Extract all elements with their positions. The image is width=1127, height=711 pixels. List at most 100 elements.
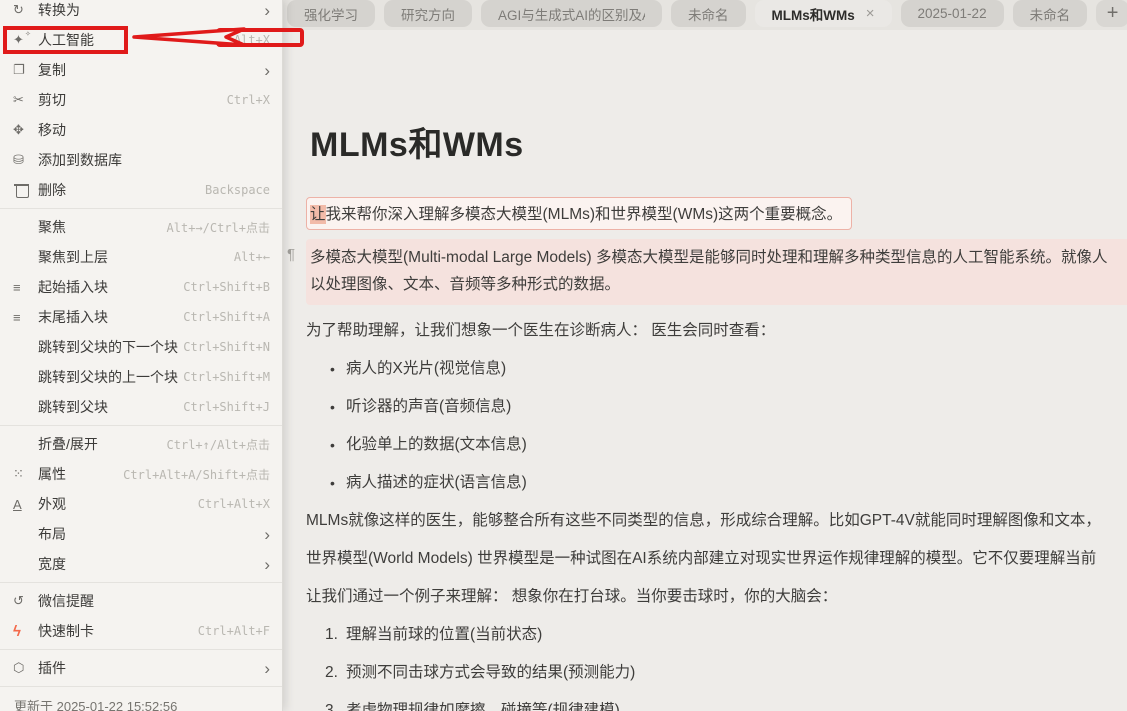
menu-item-wechat-reminder[interactable]: ↺ 微信提醒 xyxy=(0,586,282,616)
menu-item-layout[interactable]: 布局 › xyxy=(0,519,282,549)
menu-item-label: 属性 xyxy=(38,464,66,484)
menu-item-shortcut: Backspace xyxy=(66,183,270,197)
document-title[interactable]: MLMs和WMs xyxy=(310,125,1127,165)
paragraph-block-selected[interactable]: 多模态大模型(Multi-modal Large Models) 多模态大模型是… xyxy=(306,239,1127,305)
menu-item-insert-block-end[interactable]: ≡ 末尾插入块 Ctrl+Shift+A xyxy=(0,302,282,332)
menu-item-shortcut: Ctrl+Shift+B xyxy=(108,280,270,294)
numbered-text: 考虑物理规律如摩擦、碰撞等(规律建模) xyxy=(346,701,620,711)
numbered-item[interactable]: 2. 预测不同击球方式会导致的结果(预测能力) xyxy=(306,663,1127,683)
numbered-text: 理解当前球的位置(当前状态) xyxy=(346,625,542,645)
menu-section: 折叠/展开 Ctrl+↑/Alt+点击 ⁙ 属性 Ctrl+Alt+A/Shif… xyxy=(0,429,282,579)
menu-item-label: 移动 xyxy=(38,120,66,140)
menu-item-label: 添加到数据库 xyxy=(38,150,122,170)
menu-item-jump-parent-prev[interactable]: 跳转到父块的上一个块 Ctrl+Shift+M xyxy=(0,362,282,392)
menu-item-plugin[interactable]: ⬡ 插件 › xyxy=(0,653,282,683)
bullet-list: • 病人的X光片(视觉信息) • 听诊器的声音(音频信息) • 化验单上的数据(… xyxy=(306,359,1127,493)
menu-item-label: 聚焦 xyxy=(38,217,66,237)
tab-2025-01-22[interactable]: 2025-01-22 xyxy=(901,0,1004,27)
tab-label: AGI与生成式AI的区别及A xyxy=(498,4,645,24)
menu-item-shortcut: Alt+→/Ctrl+点击 xyxy=(66,219,270,236)
tab-mlms-wms[interactable]: MLMs和WMs × xyxy=(755,0,892,27)
paragraph-line: 多模态大模型(Multi-modal Large Models) 多模态大模型是… xyxy=(310,244,1127,271)
new-tab-button[interactable]: + xyxy=(1096,0,1127,27)
lightning-bolt-icon: ϟ xyxy=(13,616,38,646)
menu-item-move[interactable]: ✥ 移动 xyxy=(0,115,282,145)
numbered-item[interactable]: 1. 理解当前球的位置(当前状态) xyxy=(306,625,1127,645)
tab-label: 研究方向 xyxy=(401,4,455,24)
menu-item-label: 跳转到父块的下一个块 xyxy=(38,337,178,357)
close-icon[interactable]: × xyxy=(866,6,875,21)
paragraph[interactable]: 世界模型(World Models) 世界模型是一种试图在AI系统内部建立对现实… xyxy=(306,549,1127,569)
menu-item-jump-parent[interactable]: 跳转到父块 Ctrl+Shift+J xyxy=(0,392,282,422)
paragraph[interactable]: 为了帮助理解，让我们想象一个医生在诊断病人： 医生会同时查看： xyxy=(306,321,1127,341)
paragraph-block-highlighted[interactable]: 让我来帮你深入理解多模态大模型(MLMs)和世界模型(WMs)这两个重要概念。 xyxy=(306,197,852,230)
bullet-item[interactable]: • 病人描述的症状(语言信息) xyxy=(306,473,1127,493)
menu-item-label: 微信提醒 xyxy=(38,591,94,611)
tab-reinforcement-learning[interactable]: 强化学习 xyxy=(287,0,375,27)
chevron-right-icon: › xyxy=(264,62,270,79)
trash-icon xyxy=(13,175,38,205)
menu-item-copy[interactable]: ❐ 复制 › xyxy=(0,55,282,85)
bullet-item[interactable]: • 化验单上的数据(文本信息) xyxy=(306,435,1127,455)
menu-item-label: 宽度 xyxy=(38,554,66,574)
menu-item-attributes[interactable]: ⁙ 属性 Ctrl+Alt+A/Shift+点击 xyxy=(0,459,282,489)
menu-item-focus-parent[interactable]: 聚焦到上层 Alt+← xyxy=(0,242,282,272)
copy-icon: ❐ xyxy=(13,55,38,85)
menu-section: ↺ 微信提醒 ϟ 快速制卡 Ctrl+Alt+F xyxy=(0,586,282,646)
bullet-marker: • xyxy=(330,359,346,379)
chevron-right-icon: › xyxy=(264,2,270,19)
document-editor[interactable]: MLMs和WMs 让我来帮你深入理解多模态大模型(MLMs)和世界模型(WMs)… xyxy=(283,125,1127,711)
menu-item-delete[interactable]: 删除 Backspace xyxy=(0,175,282,205)
menu-item-shortcut: Ctrl+Shift+A xyxy=(108,310,270,324)
paragraph-text: 我来帮你深入理解多模态大模型(MLMs)和世界模型(WMs)这两个重要概念。 xyxy=(326,206,843,223)
bullet-item[interactable]: • 病人的X光片(视觉信息) xyxy=(306,359,1127,379)
menu-item-shortcut: Ctrl+↑/Alt+点击 xyxy=(98,436,270,453)
menu-item-shortcut: Ctrl+Alt+F xyxy=(94,624,270,638)
menu-item-label: 剪切 xyxy=(38,90,66,110)
move-arrows-icon: ✥ xyxy=(13,115,38,145)
menu-item-appearance[interactable]: A 外观 Ctrl+Alt+X xyxy=(0,489,282,519)
menu-divider xyxy=(0,686,282,687)
tab-untitled-1[interactable]: 未命名 xyxy=(671,0,746,27)
menu-item-focus[interactable]: 聚焦 Alt+→/Ctrl+点击 xyxy=(0,212,282,242)
paragraph-line: 以处理图像、文本、音频等多种形式的数据。 xyxy=(310,271,1127,298)
number-marker: 3. xyxy=(325,701,346,711)
menu-item-shortcut: Ctrl+Alt+X xyxy=(66,497,270,511)
bullet-item[interactable]: • 听诊器的声音(音频信息) xyxy=(306,397,1127,417)
paragraph[interactable]: 让我们通过一个例子来理解： 想象你在打台球。当你要击球时，你的大脑会： xyxy=(306,587,1127,607)
menu-section: ⬡ 插件 › xyxy=(0,653,282,683)
tab-research-direction[interactable]: 研究方向 xyxy=(384,0,472,27)
menu-item-ai[interactable]: ✦ 人工智能 Alt+X xyxy=(0,25,282,55)
attributes-dots-icon: ⁙ xyxy=(13,459,38,489)
number-marker: 2. xyxy=(325,663,346,683)
menu-item-label: 外观 xyxy=(38,494,66,514)
menu-item-convert[interactable]: ↻ 转换为 › xyxy=(0,0,282,25)
menu-item-jump-parent-next[interactable]: 跳转到父块的下一个块 Ctrl+Shift+N xyxy=(0,332,282,362)
menu-divider xyxy=(0,582,282,583)
tab-label: MLMs和WMs xyxy=(772,4,855,24)
menu-item-shortcut: Ctrl+Alt+A/Shift+点击 xyxy=(66,466,270,483)
menu-item-insert-block-start[interactable]: ≡ 起始插入块 Ctrl+Shift+B xyxy=(0,272,282,302)
convert-refresh-icon: ↻ xyxy=(13,0,38,25)
menu-item-shortcut: Ctrl+Shift+J xyxy=(108,400,270,414)
menu-item-fold[interactable]: 折叠/展开 Ctrl+↑/Alt+点击 xyxy=(0,429,282,459)
numbered-item[interactable]: 3. 考虑物理规律如摩擦、碰撞等(规律建模) xyxy=(306,701,1127,711)
bullet-marker: • xyxy=(330,435,346,455)
paragraph[interactable]: MLMs就像这样的医生，能够整合所有这些不同类型的信息，形成综合理解。比如GPT… xyxy=(306,511,1127,531)
menu-section: 聚焦 Alt+→/Ctrl+点击 聚焦到上层 Alt+← ≡ 起始插入块 Ctr… xyxy=(0,212,282,422)
menu-item-add-to-database[interactable]: ⛁ 添加到数据库 xyxy=(0,145,282,175)
numbered-list: 1. 理解当前球的位置(当前状态) 2. 预测不同击球方式会导致的结果(预测能力… xyxy=(306,625,1127,711)
menu-divider xyxy=(0,649,282,650)
menu-item-shortcut: Alt+← xyxy=(108,250,270,264)
scissors-icon: ✂ xyxy=(13,85,38,115)
menu-divider xyxy=(0,425,282,426)
plugin-icon: ⬡ xyxy=(13,653,38,683)
menu-item-width[interactable]: 宽度 › xyxy=(0,549,282,579)
tab-untitled-2[interactable]: 未命名 xyxy=(1013,0,1088,27)
menu-item-cut[interactable]: ✂ 剪切 Ctrl+X xyxy=(0,85,282,115)
tab-agi-vs-genai[interactable]: AGI与生成式AI的区别及A xyxy=(481,0,662,27)
pilcrow-gutter-icon: ¶ xyxy=(287,246,295,263)
menu-item-label: 插件 xyxy=(38,658,66,678)
menu-section: ↻ 转换为 › ✦ 人工智能 Alt+X ❐ 复制 › xyxy=(0,0,282,205)
menu-item-quick-card[interactable]: ϟ 快速制卡 Ctrl+Alt+F xyxy=(0,616,282,646)
